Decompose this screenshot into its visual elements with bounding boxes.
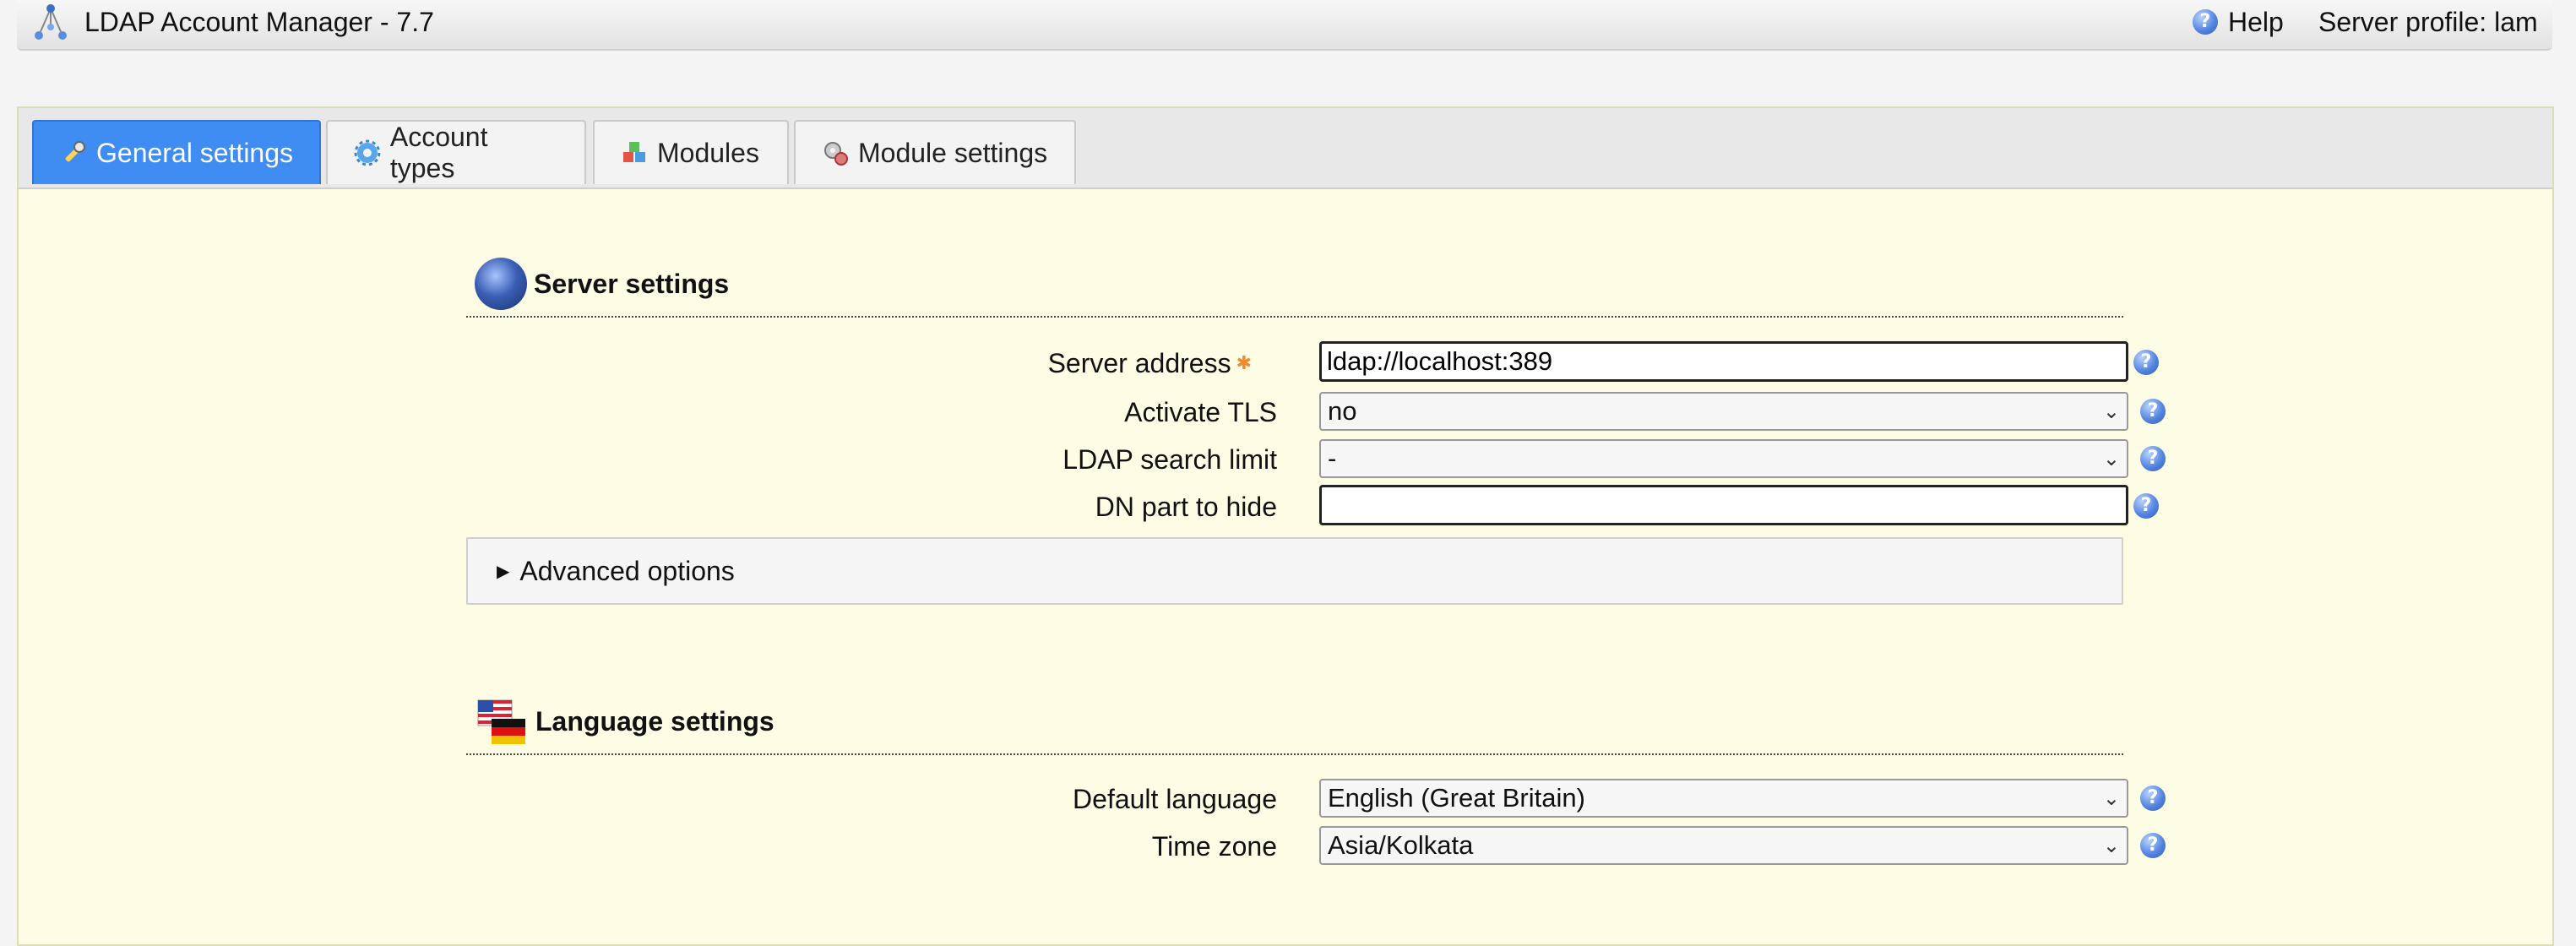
- gear-icon: [354, 139, 381, 166]
- dn-hide-input[interactable]: [1319, 485, 2128, 525]
- chevron-down-icon: ⌄: [2102, 834, 2120, 857]
- section-title: Server settings: [534, 268, 730, 299]
- advanced-options-toggle[interactable]: ▶ Advanced options: [466, 537, 2123, 605]
- tab-account-types[interactable]: Account types: [326, 120, 586, 184]
- globe-icon: [475, 258, 527, 310]
- app-title: LDAP Account Manager - 7.7: [84, 7, 434, 37]
- activate-tls-row: Activate TLS no ⌄ ?: [19, 390, 2552, 434]
- top-bar: LDAP Account Manager - 7.7 ? Help Server…: [17, 0, 2552, 51]
- search-limit-row: LDAP search limit - ⌄ ?: [19, 438, 2552, 481]
- tab-general-settings[interactable]: General settings: [32, 120, 321, 184]
- wrench-icon: [65, 141, 85, 162]
- ldap-tree-icon: [35, 4, 67, 40]
- tab-modules[interactable]: Modules: [593, 120, 789, 184]
- triangle-right-icon: ▶: [497, 562, 510, 581]
- time-zone-row: Time zone Asia/Kolkata ⌄ ?: [19, 824, 2552, 868]
- advanced-options-label: Advanced options: [519, 555, 735, 586]
- default-language-label: Default language: [1073, 784, 1277, 814]
- module-settings-icon: [824, 142, 848, 166]
- help-icon[interactable]: ?: [2133, 493, 2159, 519]
- tab-label: General settings: [96, 137, 294, 168]
- dn-hide-row: DN part to hide ?: [19, 485, 2552, 529]
- modules-icon: [623, 142, 645, 162]
- help-icon: ?: [2193, 9, 2218, 35]
- search-limit-select[interactable]: - ⌄: [1319, 439, 2128, 478]
- help-link[interactable]: ? Help: [2193, 7, 2284, 37]
- server-address-label: Server address ✱: [1047, 348, 1252, 378]
- language-settings-header: Language settings: [466, 689, 2123, 755]
- help-icon[interactable]: ?: [2133, 350, 2159, 375]
- chevron-down-icon: ⌄: [2102, 400, 2120, 423]
- server-profile: Server profile: lam: [2318, 7, 2538, 37]
- dn-hide-label: DN part to hide: [1095, 492, 1277, 522]
- help-icon[interactable]: ?: [2140, 446, 2166, 471]
- help-icon[interactable]: ?: [2140, 833, 2166, 858]
- flags-icon: [477, 699, 525, 744]
- server-address-row: Server address✱ ?: [19, 341, 2552, 385]
- default-language-row: Default language English (Great Britain)…: [19, 777, 2552, 821]
- help-icon[interactable]: ?: [2140, 399, 2166, 424]
- tab-label: Account types: [389, 122, 488, 183]
- time-zone-select[interactable]: Asia/Kolkata ⌄: [1319, 826, 2128, 865]
- help-icon[interactable]: ?: [2140, 786, 2166, 811]
- chevron-down-icon: ⌄: [2102, 447, 2120, 470]
- help-label: Help: [2228, 7, 2284, 37]
- time-zone-label: Time zone: [1151, 831, 1277, 862]
- required-marker-icon: ✱: [1236, 352, 1252, 373]
- tab-label: Module settings: [858, 137, 1048, 168]
- search-limit-label: LDAP search limit: [1062, 444, 1277, 475]
- tab-label: Modules: [657, 137, 759, 168]
- activate-tls-label: Activate TLS: [1124, 397, 1277, 427]
- server-address-input[interactable]: [1319, 341, 2128, 382]
- tab-bar: General settings Account types Modules M…: [19, 108, 2552, 189]
- default-language-select[interactable]: English (Great Britain) ⌄: [1319, 779, 2128, 818]
- settings-panel: General settings Account types Modules M…: [17, 106, 2554, 946]
- activate-tls-select[interactable]: no ⌄: [1319, 392, 2128, 431]
- tab-module-settings[interactable]: Module settings: [794, 120, 1076, 184]
- section-title: Language settings: [535, 705, 774, 737]
- chevron-down-icon: ⌄: [2102, 786, 2120, 810]
- server-settings-header: Server settings: [466, 252, 2123, 318]
